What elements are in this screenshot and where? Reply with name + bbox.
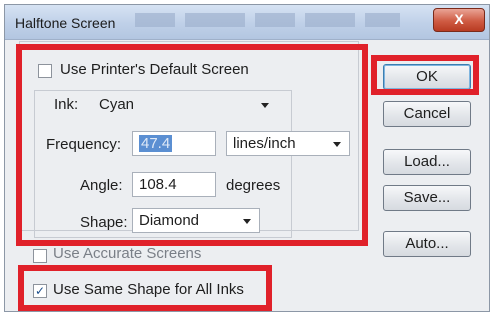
chevron-down-icon xyxy=(261,103,269,108)
ink-select-value: Cyan xyxy=(99,96,135,113)
chevron-down-icon xyxy=(333,142,341,147)
ink-select[interactable]: Cyan xyxy=(92,92,278,117)
load-button[interactable]: Load... xyxy=(383,149,471,175)
frequency-input[interactable]: 47.4 xyxy=(132,131,216,156)
shape-label: Shape: xyxy=(80,214,128,231)
frequency-label: Frequency: xyxy=(46,136,122,153)
close-icon: X xyxy=(454,11,464,27)
angle-unit-label: degrees xyxy=(226,177,281,194)
use-printer-default-screen-checkbox[interactable] xyxy=(38,64,52,78)
checkmark-icon: ✓ xyxy=(34,284,46,298)
frequency-unit-select[interactable]: lines/inch xyxy=(226,131,350,156)
screen-settings-panel: Use Printer's Default Screen Ink: Cyan F… xyxy=(19,41,359,238)
frequency-unit-value: lines/inch xyxy=(233,135,296,152)
halftone-screen-dialog: Halftone Screen X Use Printer's Default … xyxy=(4,4,490,312)
use-same-shape-checkbox[interactable]: ✓ xyxy=(33,284,47,298)
save-button[interactable]: Save... xyxy=(383,185,471,211)
close-button[interactable]: X xyxy=(433,8,485,32)
use-same-shape-label: Use Same Shape for All Inks xyxy=(53,281,244,298)
shape-select-value: Diamond xyxy=(139,212,200,229)
use-accurate-screens-checkbox[interactable] xyxy=(33,249,47,263)
angle-label: Angle: xyxy=(80,177,123,194)
title-bar[interactable]: Halftone Screen X xyxy=(5,5,489,40)
auto-button[interactable]: Auto... xyxy=(383,231,471,257)
shape-select[interactable]: Diamond xyxy=(132,208,260,233)
dialog-title: Halftone Screen xyxy=(15,15,116,31)
angle-value: 108.4 xyxy=(139,176,177,193)
frequency-value: 47.4 xyxy=(139,135,173,152)
cancel-button[interactable]: Cancel xyxy=(383,101,471,127)
ok-button[interactable]: OK xyxy=(383,64,471,90)
angle-input[interactable]: 108.4 xyxy=(132,172,216,197)
chevron-down-icon xyxy=(243,219,251,224)
use-accurate-screens-label: Use Accurate Screens xyxy=(53,245,202,262)
use-printer-default-screen-label: Use Printer's Default Screen xyxy=(60,61,249,78)
ink-label: Ink: xyxy=(50,96,83,113)
